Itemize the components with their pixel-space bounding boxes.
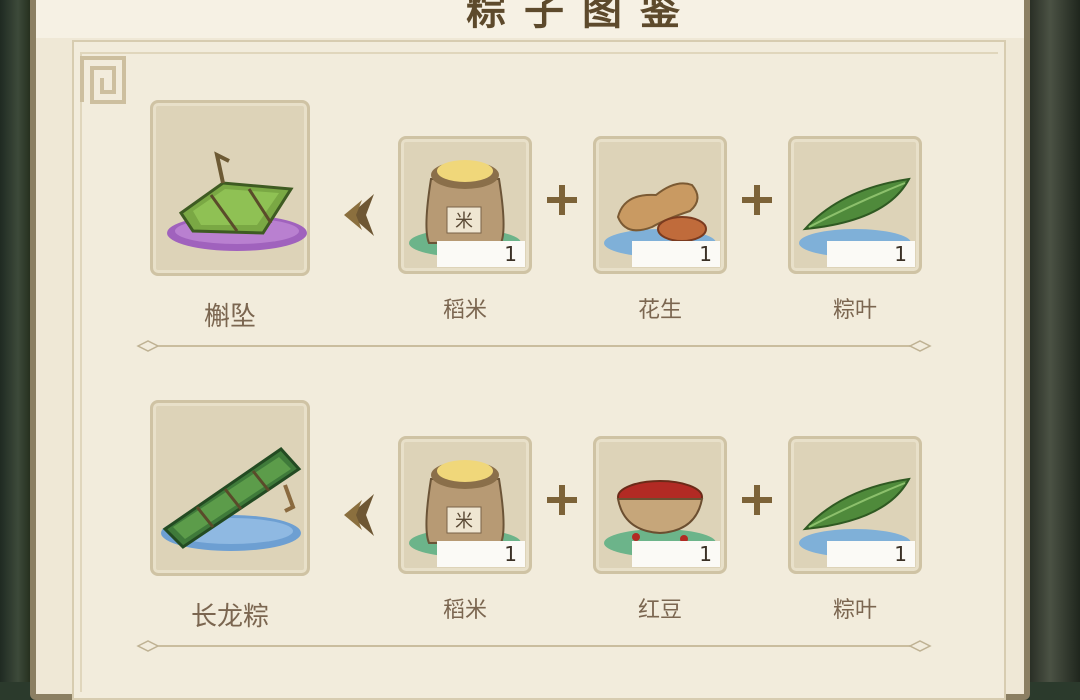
plus-icon <box>742 485 772 515</box>
row-divider <box>136 640 932 652</box>
ingredient-qty: 1 <box>437 241 525 267</box>
ingredient-name: 红豆 <box>637 598 682 623</box>
ingredient-qty: 1 <box>632 541 720 567</box>
ingredient-card[interactable]: 1 <box>788 436 922 574</box>
ingredient-name: 稻米 <box>442 598 487 623</box>
result-card[interactable] <box>150 100 310 276</box>
ingredient-card[interactable]: 1 <box>788 136 922 274</box>
recipe-row: 长龙粽 米 1 稻米 1 红豆 1 粽叶 <box>0 300 1080 652</box>
ingredient-qty: 1 <box>827 241 915 267</box>
plus-icon <box>547 485 577 515</box>
plus-icon <box>547 185 577 215</box>
ingredient-name: 粽叶 <box>832 598 877 623</box>
svg-text:米: 米 <box>455 511 473 532</box>
svg-text:米: 米 <box>455 211 473 232</box>
chevron-left-icon <box>344 494 374 536</box>
ingredient-qty: 1 <box>827 541 915 567</box>
ingredient-card[interactable]: 米 1 <box>398 136 532 274</box>
ingredient-qty: 1 <box>632 241 720 267</box>
ingredient-card[interactable]: 1 <box>593 136 727 274</box>
chevron-left-icon <box>344 194 374 236</box>
ingredient-card[interactable]: 1 <box>593 436 727 574</box>
ingredient-card[interactable]: 米 1 <box>398 436 532 574</box>
ingredient-qty: 1 <box>437 541 525 567</box>
recipe-row: 槲坠 米 1 稻米 1 花生 1 粽叶 <box>0 0 1080 352</box>
result-name: 长龙粽 <box>190 602 269 632</box>
hudui-zongzi-icon <box>167 151 307 251</box>
plus-icon <box>742 185 772 215</box>
result-card[interactable] <box>150 400 310 576</box>
long-dragon-zongzi-icon <box>161 447 302 551</box>
